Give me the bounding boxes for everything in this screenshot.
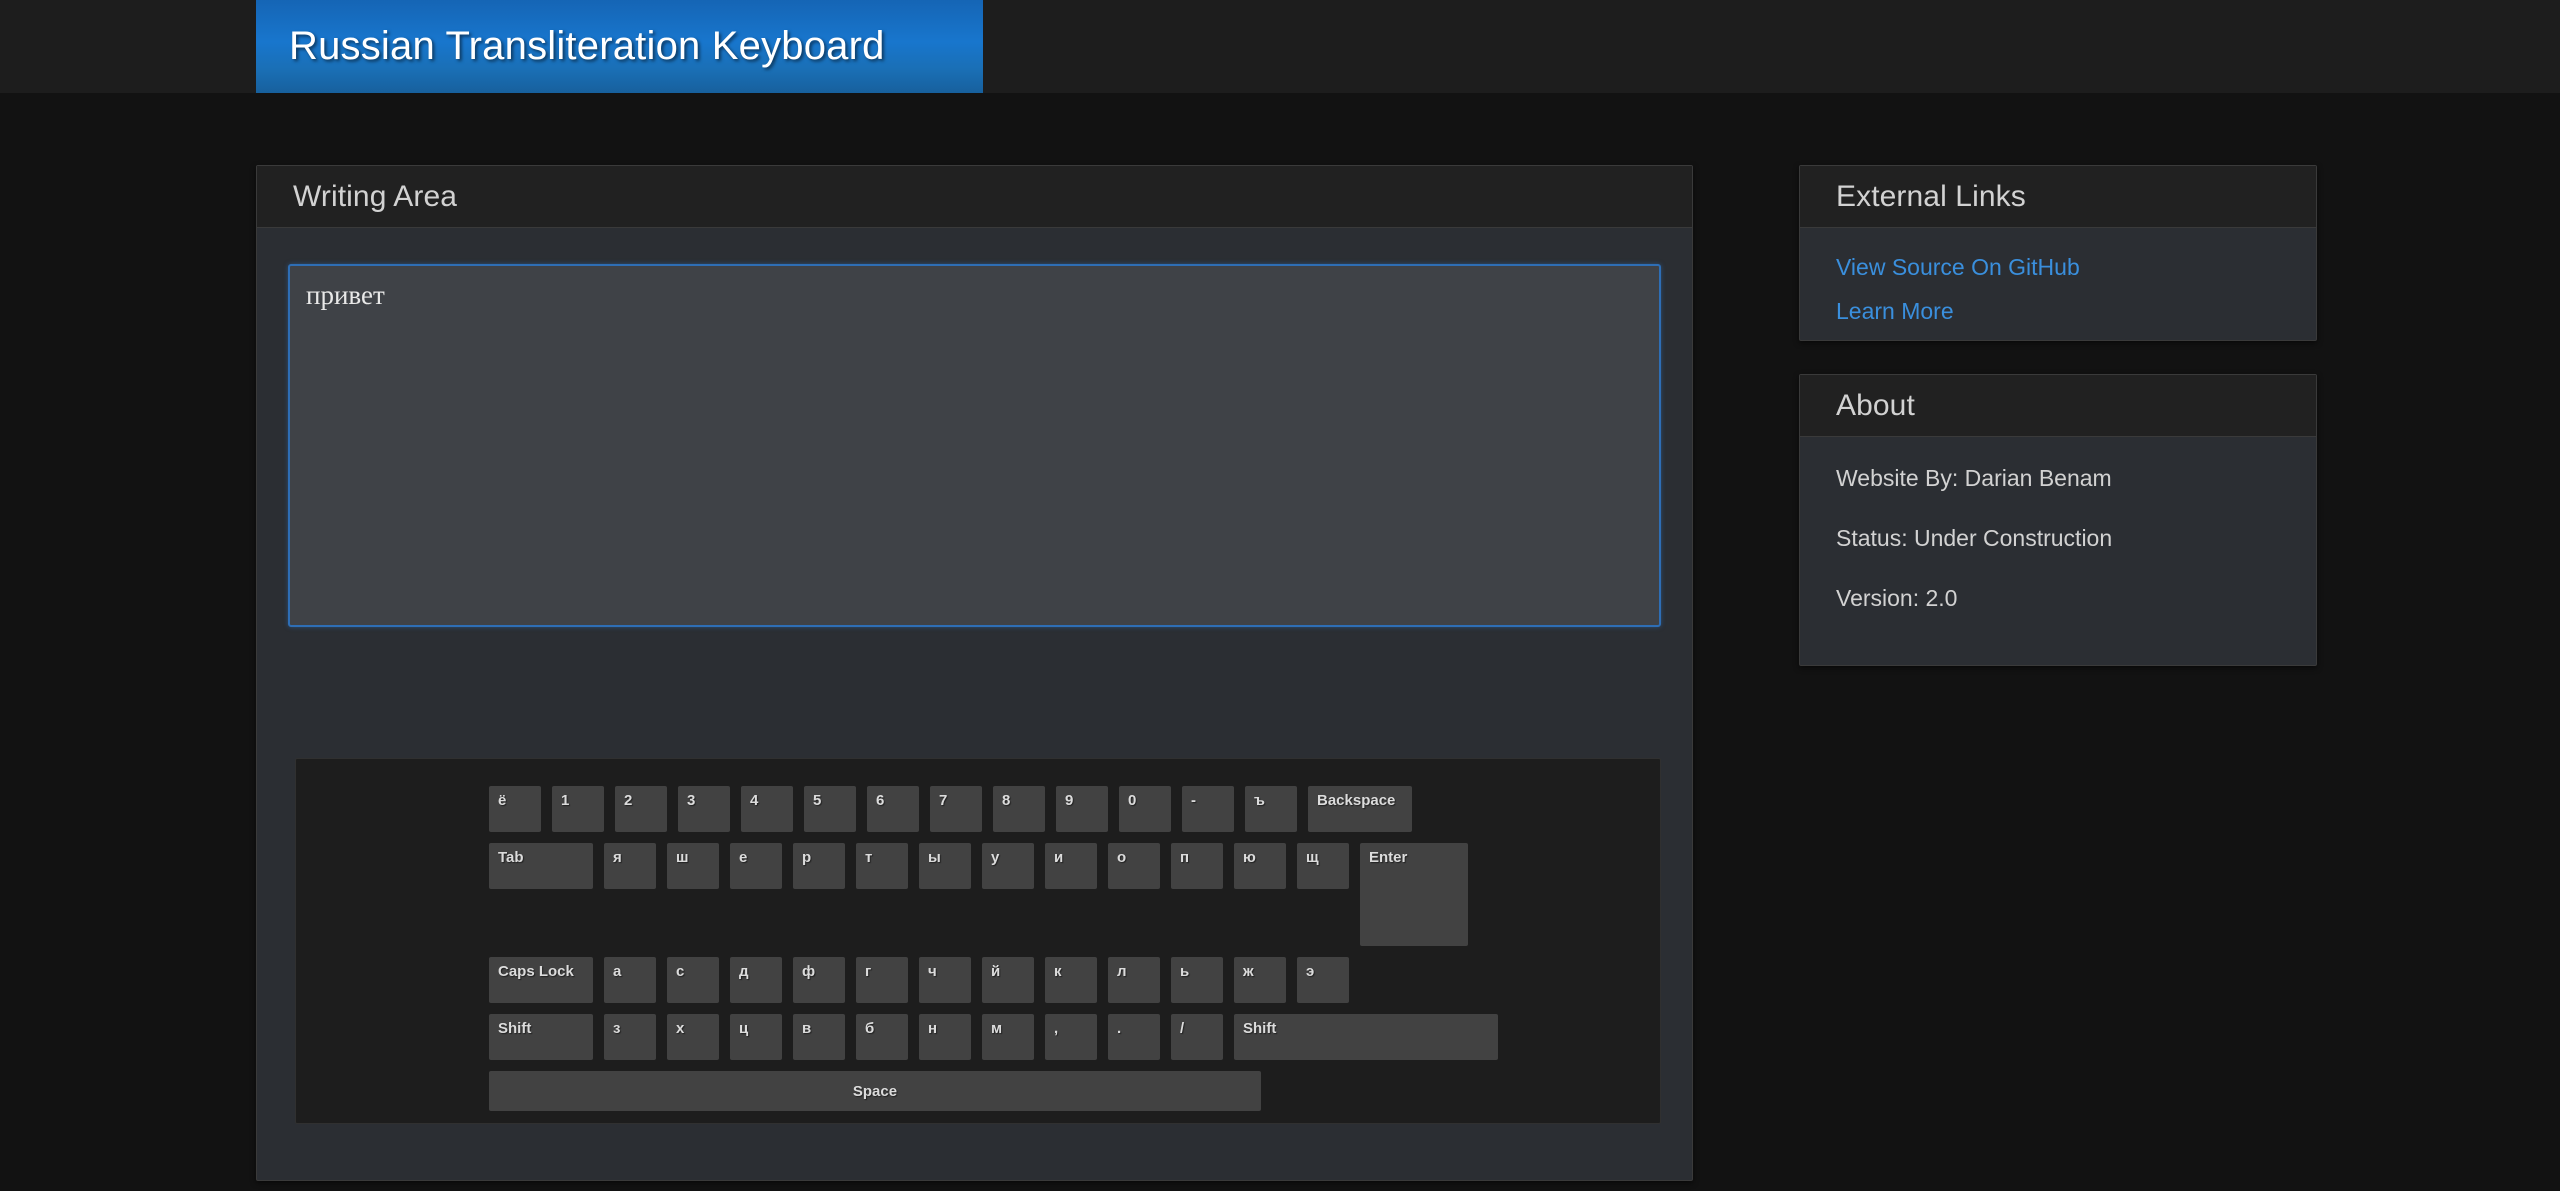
- key-щ[interactable]: щ: [1297, 843, 1349, 889]
- key-д[interactable]: д: [730, 957, 782, 1003]
- writing-area-header: Writing Area: [257, 166, 1692, 228]
- key-7[interactable]: 7: [930, 786, 982, 832]
- key-/[interactable]: /: [1171, 1014, 1223, 1060]
- key-shift[interactable]: Shift: [489, 1014, 593, 1060]
- key-о[interactable]: о: [1108, 843, 1160, 889]
- key-backspace[interactable]: Backspace: [1308, 786, 1412, 832]
- key-ь[interactable]: ь: [1171, 957, 1223, 1003]
- key-0[interactable]: 0: [1119, 786, 1171, 832]
- key-6[interactable]: 6: [867, 786, 919, 832]
- key-т[interactable]: т: [856, 843, 908, 889]
- key-э[interactable]: э: [1297, 957, 1349, 1003]
- key-ц[interactable]: ц: [730, 1014, 782, 1060]
- writing-textarea[interactable]: [288, 264, 1661, 627]
- app-banner: Russian Transliteration Keyboard: [256, 0, 983, 93]
- key-space[interactable]: Space: [489, 1071, 1261, 1111]
- key-ъ[interactable]: ъ: [1245, 786, 1297, 832]
- key-ф[interactable]: ф: [793, 957, 845, 1003]
- key-ы[interactable]: ы: [919, 843, 971, 889]
- key-8[interactable]: 8: [993, 786, 1045, 832]
- key-,[interactable]: ,: [1045, 1014, 1097, 1060]
- key-ч[interactable]: ч: [919, 957, 971, 1003]
- key-и[interactable]: и: [1045, 843, 1097, 889]
- key-г[interactable]: г: [856, 957, 908, 1003]
- page-canvas: Writing Area ё1234567890-ъBackspace Tabяш…: [0, 93, 2560, 1191]
- writing-area-title: Writing Area: [293, 179, 458, 213]
- key-п[interactable]: п: [1171, 843, 1223, 889]
- keyboard-row-space-row: Space: [489, 1071, 1469, 1111]
- keyboard-row-home-row: Caps Lock а с д ф г ч й к л ь ж э: [489, 957, 1349, 1003]
- key-.[interactable]: .: [1108, 1014, 1160, 1060]
- key-3[interactable]: 3: [678, 786, 730, 832]
- link-view-source-on-github[interactable]: View Source On GitHub: [1836, 254, 2080, 281]
- about-status: Status: Under Construction: [1836, 525, 2113, 551]
- external-links-panel: External Links View Source On GitHub Lea…: [1799, 165, 2317, 341]
- about-header: About: [1800, 375, 2316, 437]
- keyboard-row-bottom-row: Shift з х ц в б н м,. / Shift: [489, 1014, 1498, 1060]
- key-4[interactable]: 4: [741, 786, 793, 832]
- writing-area-body: [257, 228, 1692, 627]
- key-9[interactable]: 9: [1056, 786, 1108, 832]
- key-е[interactable]: е: [730, 843, 782, 889]
- page-title: Russian Transliteration Keyboard: [289, 24, 885, 68]
- keyboard-container: ё 1 2 3 4 5 6 7 8 9 0- ъ Backspace Tab я ш е р т ы у и о п ю щ Ent…: [295, 758, 1661, 1124]
- key-в[interactable]: в: [793, 1014, 845, 1060]
- about-website-by: Website By: Darian Benam: [1836, 465, 2112, 491]
- key-б[interactable]: б: [856, 1014, 908, 1060]
- external-links-header: External Links: [1800, 166, 2316, 228]
- key-я[interactable]: я: [604, 843, 656, 889]
- external-links-body: View Source On GitHub Learn More: [1800, 228, 2316, 351]
- about-panel: About Website By: Darian Benam Status: U…: [1799, 374, 2317, 666]
- key-й[interactable]: й: [982, 957, 1034, 1003]
- key-ю[interactable]: ю: [1234, 843, 1286, 889]
- key-shift[interactable]: Shift: [1234, 1014, 1498, 1060]
- key-к[interactable]: к: [1045, 957, 1097, 1003]
- key-ш[interactable]: ш: [667, 843, 719, 889]
- key-н[interactable]: н: [919, 1014, 971, 1060]
- top-bar: Russian Transliteration Keyboard: [0, 0, 2560, 93]
- keyboard-row-number-row: ё 1 2 3 4 5 6 7 8 9 0- ъ Backspace: [489, 786, 1469, 832]
- key-ё[interactable]: ё: [489, 786, 541, 832]
- link-learn-more[interactable]: Learn More: [1836, 298, 1954, 325]
- key-tab[interactable]: Tab: [489, 843, 593, 889]
- key-caps-lock[interactable]: Caps Lock: [489, 957, 593, 1003]
- key-м[interactable]: м: [982, 1014, 1034, 1060]
- key-5[interactable]: 5: [804, 786, 856, 832]
- key-enter[interactable]: Enter: [1360, 843, 1468, 946]
- key-х[interactable]: х: [667, 1014, 719, 1060]
- virtual-keyboard: ё 1 2 3 4 5 6 7 8 9 0- ъ Backspace Tab я ш е р т ы у и о п ю щ Ent…: [489, 786, 1498, 1122]
- keyboard-row-top-row: Tab я ш е р т ы у и о п ю щ Enter: [489, 843, 1469, 946]
- key-л[interactable]: л: [1108, 957, 1160, 1003]
- key-ж[interactable]: ж: [1234, 957, 1286, 1003]
- key-з[interactable]: з: [604, 1014, 656, 1060]
- key-2[interactable]: 2: [615, 786, 667, 832]
- key--[interactable]: -: [1182, 786, 1234, 832]
- key-у[interactable]: у: [982, 843, 1034, 889]
- key-с[interactable]: с: [667, 957, 719, 1003]
- external-links-title: External Links: [1836, 179, 2026, 213]
- key-1[interactable]: 1: [552, 786, 604, 832]
- about-body: Website By: Darian Benam Status: Under C…: [1800, 437, 2316, 638]
- about-version: Version: 2.0: [1836, 585, 1958, 611]
- writing-area-panel: Writing Area ё1234567890-ъBackspace Tabяш…: [256, 165, 1693, 1181]
- key-а[interactable]: а: [604, 957, 656, 1003]
- key-р[interactable]: р: [793, 843, 845, 889]
- about-title: About: [1836, 388, 1915, 422]
